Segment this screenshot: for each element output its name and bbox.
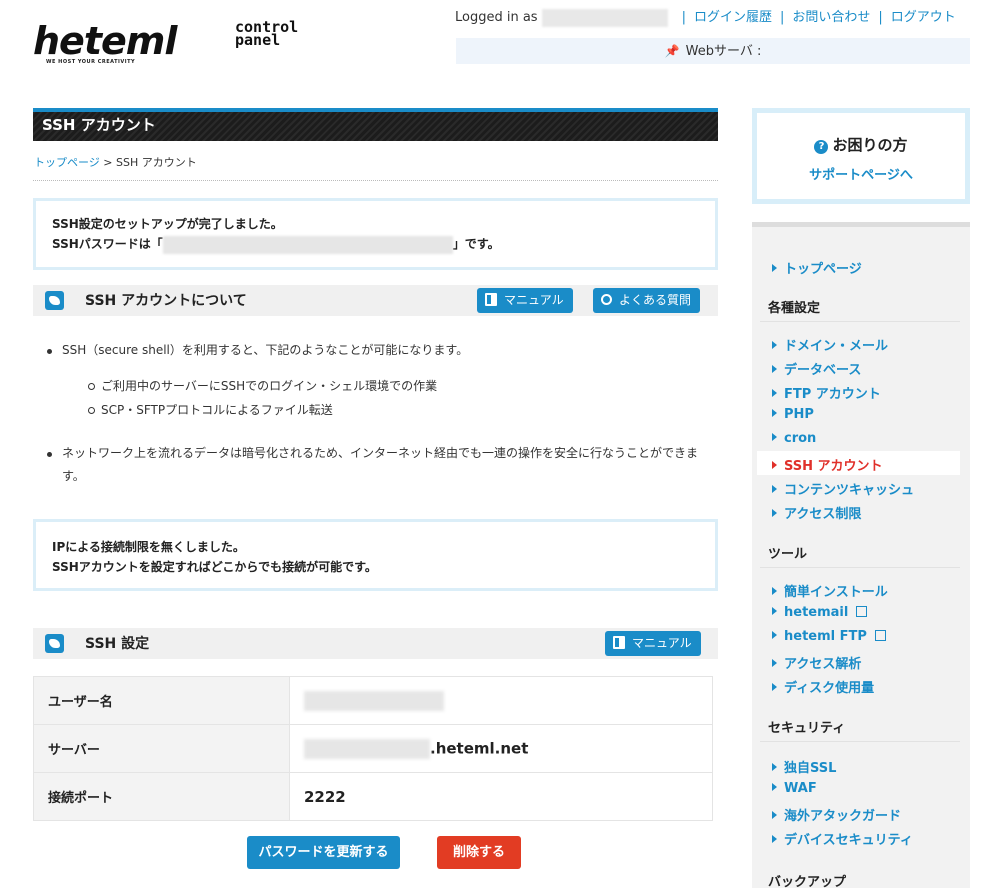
server-label: Webサーバ :	[685, 44, 762, 59]
logged-in-label: Logged in as	[455, 10, 538, 25]
breadcrumb: トップページ > SSH アカウント	[34, 156, 197, 169]
username-redacted	[541, 8, 668, 27]
logo-wordmark: heteml	[33, 19, 177, 63]
ip-restriction-notice: IPによる接続制限を無くしました。 SSHアカウントを設定すればどこからでも接続…	[33, 519, 718, 591]
sidebar-item-waf[interactable]: WAF	[772, 781, 817, 796]
sidebar-item-ssh[interactable]: SSH アカウント	[772, 455, 883, 474]
help-box: ? お困りの方 サポートページへ	[752, 108, 970, 204]
sidebar-item-easy-install[interactable]: 簡単インストール	[772, 581, 888, 600]
sidebar-item-overseas-attack-guard[interactable]: 海外アタックガード	[772, 805, 901, 824]
heteml-logo[interactable]: heteml control panel WE HOST YOUR CREATI…	[33, 18, 333, 66]
table-row: サーバー .heteml.net	[33, 724, 713, 773]
help-title: お困りの方	[832, 136, 908, 154]
sidebar-item-heteml-ftp[interactable]: heteml FTP	[772, 629, 886, 644]
sidebar-item-domain-mail[interactable]: ドメイン・メール	[772, 335, 888, 354]
logo-control-panel: control panel	[235, 18, 299, 49]
breadcrumb-current: SSH アカウント	[116, 156, 197, 169]
divider	[33, 180, 718, 181]
password-redacted	[162, 235, 453, 254]
search-icon	[601, 294, 612, 305]
about-section-header: SSH アカウントについて マニュアル よくある質問	[33, 285, 718, 316]
list-item: SCP・SFTPプロトコルによるファイル転送	[87, 398, 705, 422]
server-bar: 📌 Webサーバ :	[456, 38, 970, 64]
sidebar-item-top[interactable]: トップページ	[772, 258, 862, 277]
username-redacted	[304, 690, 444, 711]
sidebar-item-cron[interactable]: cron	[772, 431, 816, 446]
contact-link[interactable]: お問い合わせ	[792, 10, 870, 25]
sidebar-item-hetemail[interactable]: hetemail	[772, 605, 868, 620]
user-bar: Logged in as | ログイン履歴 | お問い合わせ | ログアウト	[455, 8, 956, 27]
support-page-link[interactable]: サポートページへ	[757, 164, 965, 183]
delete-button[interactable]: 削除する	[437, 836, 521, 869]
external-link-icon	[874, 630, 886, 641]
sidebar-category-tools: ツール	[768, 547, 808, 562]
sidebar: トップページ 各種設定 ドメイン・メール データベース FTP アカウント PH…	[752, 222, 970, 890]
sidebar-item-access-restriction[interactable]: アクセス制限	[772, 503, 861, 522]
sidebar-item-content-cache[interactable]: コンテンツキャッシュ	[772, 479, 914, 498]
sidebar-item-database[interactable]: データベース	[772, 359, 861, 378]
login-history-link[interactable]: ログイン履歴	[694, 10, 772, 25]
settings-section-header: SSH 設定 マニュアル	[33, 628, 718, 659]
username-value	[289, 676, 713, 725]
table-row: ユーザー名	[33, 676, 713, 725]
sidebar-category-backup: バックアップ	[768, 875, 847, 890]
table-row: 接続ポート 2222	[33, 772, 713, 821]
list-item: ご利用中のサーバーにSSHでのログイン・シェル環境での作業	[87, 374, 705, 398]
server-value: .heteml.net	[289, 724, 713, 773]
question-icon: ?	[814, 140, 829, 154]
sidebar-item-analytics[interactable]: アクセス解析	[772, 653, 861, 672]
book-icon	[485, 293, 497, 306]
list-item: SSH（secure shell）を利用すると、下記のようなことが可能になります…	[45, 339, 705, 422]
about-section-title: SSH アカウントについて	[85, 293, 247, 309]
sidebar-item-ftp[interactable]: FTP アカウント	[772, 383, 881, 402]
external-link-icon	[856, 606, 868, 617]
sidebar-category-settings: 各種設定	[768, 301, 821, 316]
chat-bubble-icon	[45, 634, 64, 653]
chat-bubble-icon	[45, 291, 64, 310]
sidebar-category-security: セキュリティ	[768, 721, 846, 736]
server-key: サーバー	[33, 724, 290, 773]
faq-button[interactable]: よくある質問	[593, 288, 701, 313]
settings-manual-button[interactable]: マニュアル	[605, 631, 701, 656]
update-password-button[interactable]: パスワードを更新する	[247, 836, 400, 869]
setup-complete-notice: SSH設定のセットアップが完了しました。 SSHパスワードは「 」です。	[33, 198, 718, 270]
manual-button[interactable]: マニュアル	[477, 288, 573, 313]
book-icon	[613, 636, 625, 649]
pin-icon: 📌	[664, 44, 680, 58]
settings-section-title: SSH 設定	[85, 636, 150, 652]
list-item: ネットワーク上を流れるデータは暗号化されるため、インターネット経由でも一連の操作…	[45, 442, 705, 488]
about-list: SSH（secure shell）を利用すると、下記のようなことが可能になります…	[45, 339, 705, 488]
page-title: SSH アカウント	[33, 108, 718, 141]
port-key: 接続ポート	[33, 772, 290, 821]
breadcrumb-home-link[interactable]: トップページ	[34, 156, 100, 169]
logo-tagline: WE HOST YOUR CREATIVITY	[46, 59, 136, 65]
sidebar-item-php[interactable]: PHP	[772, 407, 814, 422]
sidebar-item-disk-usage[interactable]: ディスク使用量	[772, 677, 874, 696]
server-prefix-redacted	[304, 738, 430, 759]
ssh-settings-table: ユーザー名 サーバー .heteml.net 接続ポート 2222	[33, 676, 713, 821]
sidebar-item-ssl[interactable]: 独自SSL	[772, 757, 836, 776]
sidebar-item-device-security[interactable]: デバイスセキュリティ	[772, 829, 913, 848]
port-value: 2222	[289, 772, 713, 821]
logout-link[interactable]: ログアウト	[891, 10, 956, 25]
username-key: ユーザー名	[33, 676, 290, 725]
